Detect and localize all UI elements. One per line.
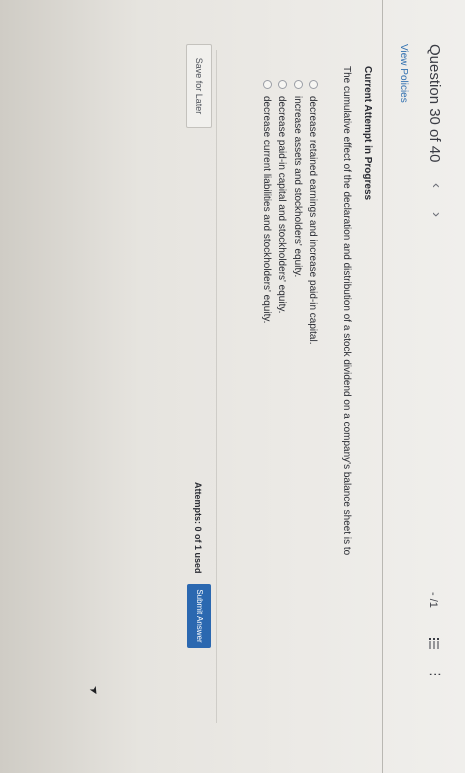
- answer-option-label: decrease paid-in capital and stockholder…: [276, 96, 287, 314]
- footer-divider: [216, 50, 217, 723]
- answer-option[interactable]: decrease retained earnings and increase …: [307, 80, 319, 345]
- answer-option-label: decrease retained earnings and increase …: [307, 96, 318, 345]
- radio-icon[interactable]: [309, 80, 319, 89]
- question-counter: Question 30 of 40: [426, 44, 443, 163]
- score-display: - /1: [427, 592, 439, 608]
- more-vertical-icon[interactable]: ⋮: [427, 668, 443, 681]
- submit-answer-button[interactable]: Submit Answer: [187, 584, 211, 648]
- header-divider: [382, 0, 383, 773]
- answer-option[interactable]: increase assets and stockholders' equity…: [292, 80, 304, 278]
- radio-icon[interactable]: [278, 80, 288, 89]
- question-text: The cumulative effect of the declaration…: [341, 66, 352, 556]
- chevron-left-icon[interactable]: ‹: [428, 183, 445, 188]
- radio-icon[interactable]: [263, 80, 273, 89]
- save-for-later-button[interactable]: Save for Later: [186, 44, 212, 128]
- attempts-counter: Attempts: 0 of 1 used: [193, 482, 203, 574]
- screen: Question 30 of 40 ‹ › - /1 ⋮ View Polici…: [0, 0, 465, 773]
- attempt-status-heading: Current Attempt in Progress: [362, 66, 373, 201]
- chevron-right-icon[interactable]: ›: [428, 212, 445, 217]
- list-icon[interactable]: [429, 638, 441, 649]
- answer-option[interactable]: decrease paid-in capital and stockholder…: [276, 80, 288, 314]
- cursor-icon: ➤: [86, 683, 102, 698]
- answer-option[interactable]: decrease current liabilities and stockho…: [261, 80, 273, 324]
- question-page: Question 30 of 40 ‹ › - /1 ⋮ View Polici…: [0, 0, 465, 773]
- radio-icon[interactable]: [294, 80, 304, 89]
- answer-option-label: increase assets and stockholders' equity…: [292, 96, 303, 278]
- answer-option-label: decrease current liabilities and stockho…: [261, 96, 272, 324]
- view-policies-link[interactable]: View Policies: [398, 44, 409, 103]
